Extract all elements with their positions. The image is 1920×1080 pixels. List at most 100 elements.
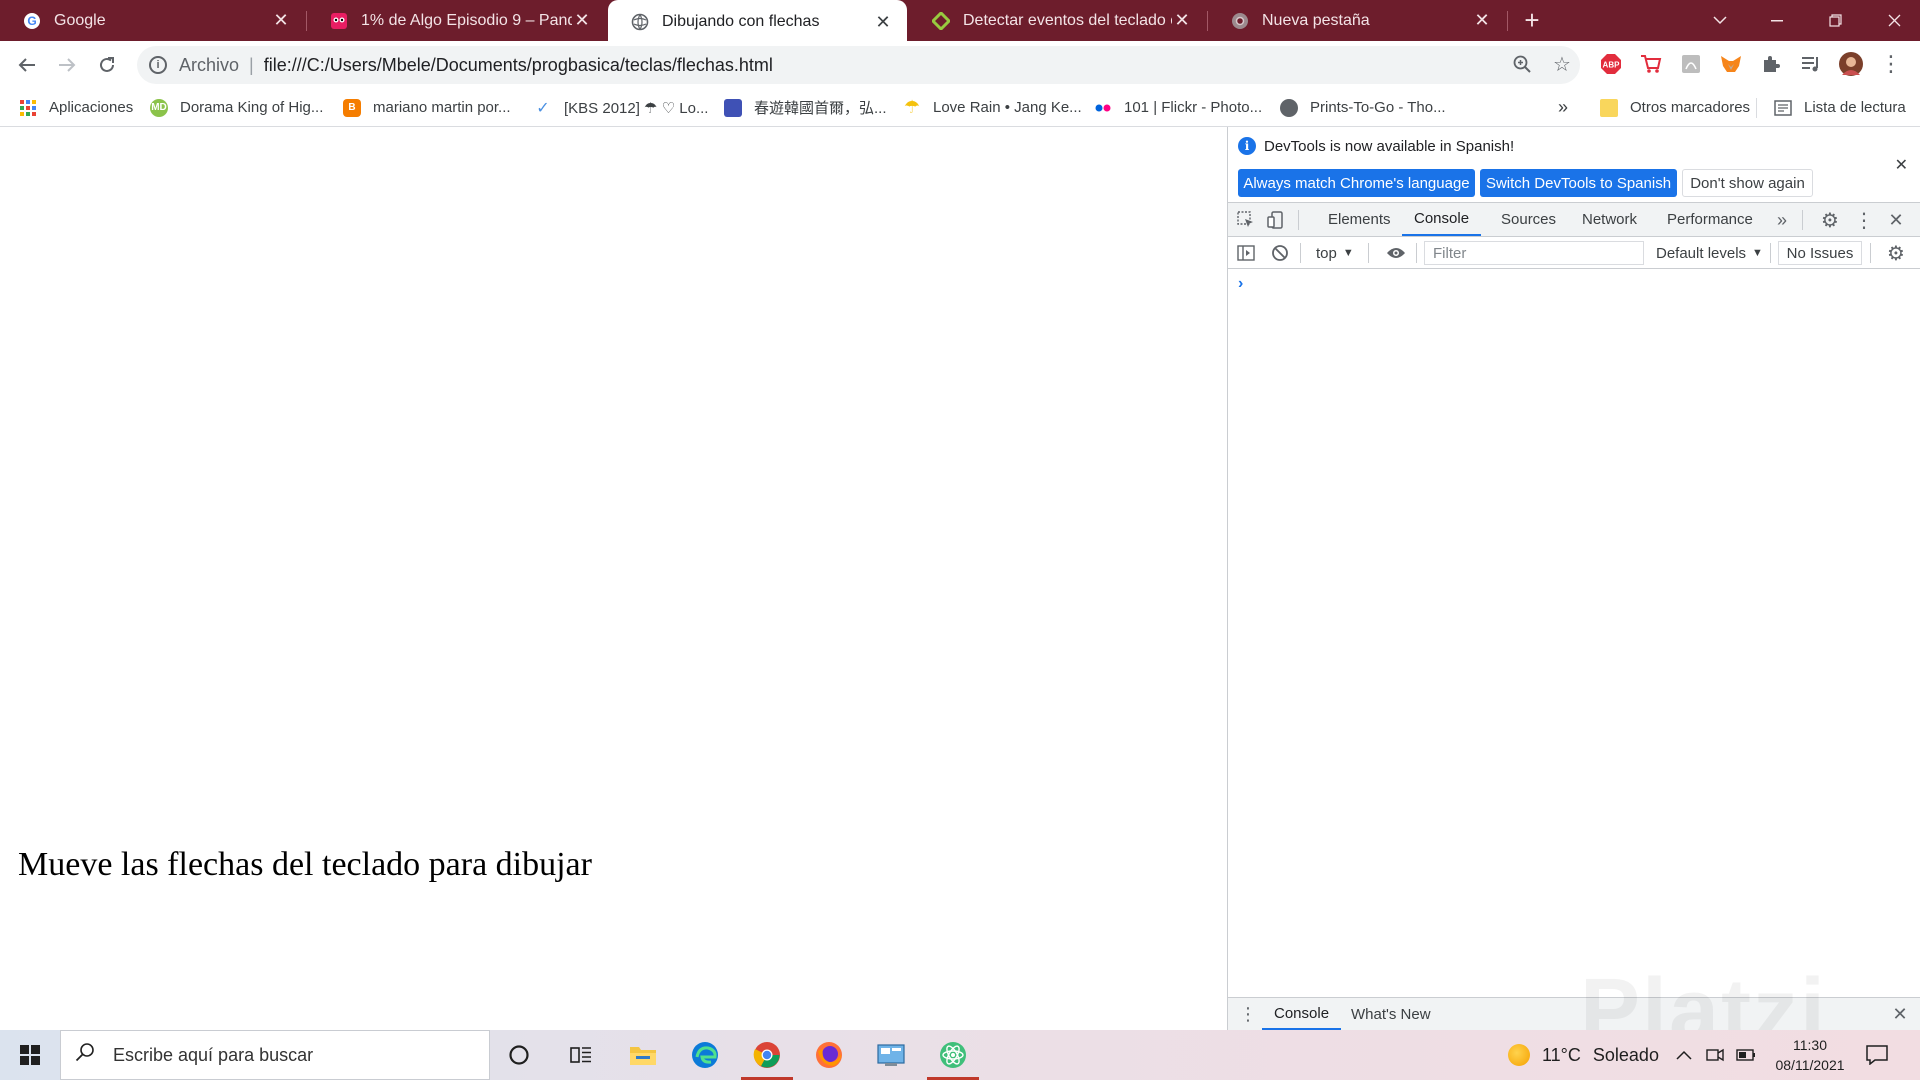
bookmark-seoul[interactable]: 春遊韓國首爾，弘... (724, 89, 887, 126)
puzzle-extensions-icon[interactable] (1758, 51, 1784, 77)
reload-button[interactable] (91, 49, 123, 81)
panda-icon (329, 11, 349, 31)
new-tab-button[interactable]: + (1514, 0, 1550, 41)
console-filter-input[interactable]: Filter (1424, 241, 1644, 265)
close-icon[interactable]: ✕ (1472, 10, 1492, 31)
gear-icon[interactable]: ⚙ (1818, 208, 1842, 232)
log-levels-dropdown[interactable]: Default levels ▼ (1656, 241, 1763, 265)
tab-google[interactable]: G Google ✕ (0, 0, 305, 41)
bookmark-mariano[interactable]: B mariano martin por... (343, 89, 511, 126)
reload-icon (100, 57, 114, 72)
tab-console[interactable]: Console (1402, 203, 1482, 236)
close-icon[interactable]: ✕ (1172, 10, 1192, 31)
adblock-icon[interactable]: ABP (1598, 51, 1624, 77)
media-queue-icon[interactable] (1798, 51, 1824, 77)
close-icon[interactable]: ✕ (1895, 155, 1908, 175)
drawer-tab-whats-new[interactable]: What's New (1351, 998, 1431, 1030)
bookmarks-overflow-button[interactable]: » (1558, 89, 1568, 126)
umbrella-icon: ☂ (903, 97, 921, 117)
bookmark-love-rain[interactable]: ☂ Love Rain • Jang Ke... (903, 89, 1082, 126)
switch-to-spanish-button[interactable]: Switch DevTools to Spanish (1480, 169, 1677, 197)
drawer-tab-console[interactable]: Console (1262, 998, 1342, 1030)
console-prompt[interactable]: › (1238, 275, 1243, 293)
divider (1802, 210, 1803, 230)
chrome-taskbar-icon[interactable] (738, 1030, 796, 1080)
bookmark-dorama[interactable]: MD Dorama King of Hig... (150, 89, 323, 126)
metamask-icon[interactable] (1718, 51, 1744, 77)
bookmark-star-icon[interactable]: ☆ (1548, 50, 1576, 78)
console-settings-gear-icon[interactable]: ⚙ (1884, 241, 1908, 265)
device-toolbar-icon[interactable] (1264, 208, 1288, 232)
bookmark-label: Aplicaciones (49, 99, 134, 116)
clock-date: 08/11/2021 (1775, 1057, 1845, 1073)
cortana-icon[interactable] (490, 1030, 548, 1080)
issues-counter-button[interactable]: No Issues (1778, 241, 1862, 265)
info-icon[interactable]: i (149, 56, 167, 74)
bookmark-lista-de-lectura[interactable]: Lista de lectura (1774, 89, 1906, 126)
close-window-button[interactable] (1868, 0, 1920, 41)
address-bar[interactable]: i Archivo | file:///C:/Users/Mbele/Docum… (137, 46, 1580, 84)
clear-console-icon[interactable] (1268, 241, 1292, 265)
weather-temp: 11°C (1542, 1044, 1581, 1065)
context-selector[interactable]: top ▼ (1316, 241, 1354, 265)
show-hidden-icons-button[interactable] (1676, 1030, 1692, 1080)
url-text[interactable]: file:///C:/Users/Mbele/Documents/progbas… (264, 55, 773, 76)
back-button[interactable] (11, 49, 43, 81)
tab-elements[interactable]: Elements (1328, 203, 1391, 236)
tab-platzi[interactable]: Detectar eventos del teclado con ✕ (909, 0, 1206, 41)
more-vert-icon[interactable]: ⋮ (1852, 208, 1876, 232)
page-viewport[interactable]: Mueve las flechas del teclado para dibuj… (0, 127, 1227, 1030)
atom-icon[interactable] (924, 1030, 982, 1080)
taskbar-search-input[interactable]: Escribe aquí para buscar (60, 1030, 490, 1080)
drawer-menu-icon[interactable]: ⋮ (1236, 1002, 1260, 1026)
always-match-language-button[interactable]: Always match Chrome's language (1238, 169, 1475, 197)
weather-widget[interactable]: 11°C Soleado (1508, 1030, 1659, 1080)
tab-pandrama[interactable]: 1% de Algo Episodio 9 – Pandrama ✕ (307, 0, 606, 41)
close-icon[interactable]: ✕ (271, 10, 291, 31)
more-tabs-icon[interactable]: » (1770, 208, 1794, 232)
tab-sources[interactable]: Sources (1501, 203, 1556, 236)
close-icon[interactable]: ✕ (873, 12, 893, 32)
tab-nueva-pestana[interactable]: Nueva pestaña ✕ (1208, 0, 1506, 41)
firefox-icon[interactable] (800, 1030, 858, 1080)
restore-icon (1828, 14, 1842, 27)
tab-network[interactable]: Network (1582, 203, 1637, 236)
banner-message: i DevTools is now available in Spanish! (1238, 137, 1514, 155)
edge-icon[interactable] (676, 1030, 734, 1080)
forward-button[interactable] (51, 49, 83, 81)
task-view-icon[interactable] (552, 1030, 610, 1080)
inspect-element-icon[interactable] (1234, 208, 1258, 232)
cart-icon[interactable] (1638, 51, 1664, 77)
tab-search-button[interactable] (1700, 0, 1740, 41)
battery-icon[interactable] (1736, 1030, 1756, 1080)
system-clock[interactable]: 11:30 08/11/2021 (1760, 1030, 1860, 1080)
dont-show-again-button[interactable]: Don't show again (1682, 169, 1813, 197)
tab-performance[interactable]: Performance (1667, 203, 1753, 236)
file-explorer-icon[interactable] (614, 1030, 672, 1080)
minimize-button[interactable] (1752, 0, 1802, 41)
meet-now-icon[interactable] (1706, 1030, 1724, 1080)
tab-title: Nueva pestaña (1262, 11, 1370, 29)
close-drawer-icon[interactable]: ✕ (1888, 1002, 1912, 1026)
close-devtools-icon[interactable]: ✕ (1884, 208, 1908, 232)
close-icon[interactable]: ✕ (572, 10, 592, 31)
start-button[interactable] (0, 1030, 60, 1080)
tab-dibujando[interactable]: Dibujando con flechas ✕ (608, 0, 907, 44)
restore-button[interactable] (1810, 0, 1860, 41)
notifications-icon[interactable] (1866, 1030, 1888, 1080)
divider (1770, 243, 1771, 263)
more-vert-icon[interactable]: ⋮ (1878, 51, 1904, 77)
bookmark-flickr[interactable]: 101 | Flickr - Photo... (1094, 89, 1262, 126)
zoom-icon[interactable] (1508, 50, 1536, 78)
bookmark-prints[interactable]: Prints-To-Go - Tho... (1280, 89, 1446, 126)
eye-icon[interactable] (1384, 241, 1408, 265)
bookmark-otros-marcadores[interactable]: Otros marcadores (1600, 89, 1750, 126)
bookmark-aplicaciones[interactable]: Aplicaciones (19, 89, 133, 126)
bookmark-kbs[interactable]: ✓ [KBS 2012] ☂ ♡ Lo... (534, 89, 708, 126)
console-toolbar: top ▼ Filter Default levels ▼ No Issues … (1228, 237, 1920, 269)
avatar[interactable] (1838, 51, 1864, 77)
control-panel-icon[interactable] (862, 1030, 920, 1080)
sidebar-toggle-icon[interactable] (1234, 241, 1258, 265)
pdf-extension-icon[interactable] (1678, 51, 1704, 77)
google-icon: G (22, 11, 42, 31)
